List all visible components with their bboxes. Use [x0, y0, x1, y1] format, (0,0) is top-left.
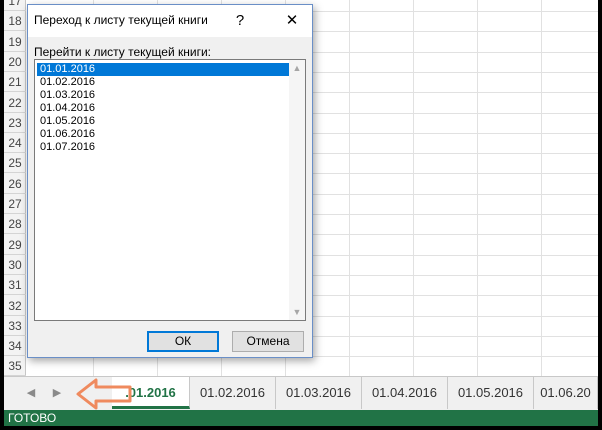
sheet-list[interactable]: 01.01.2016 01.02.2016 01.03.2016 01.04.2016…: [34, 59, 306, 321]
list-scrollbar[interactable]: ▲ ▼: [289, 60, 305, 320]
next-sheet-arrow-icon[interactable]: ▶: [50, 385, 64, 401]
grid-column-line: [349, 0, 350, 376]
sheet-tab[interactable]: 01.06.20: [534, 377, 598, 409]
sheet-list-item[interactable]: 01.03.2016: [37, 89, 289, 102]
sheet-list-item[interactable]: 01.06.2016: [37, 128, 289, 141]
row-header[interactable]: 26: [4, 174, 26, 194]
sheet-list-item[interactable]: 01.02.2016: [37, 76, 289, 89]
help-icon[interactable]: ?: [226, 10, 254, 32]
row-header[interactable]: 23: [4, 113, 26, 133]
annotation-arrow-icon: [76, 378, 132, 410]
row-header[interactable]: 20: [4, 52, 26, 72]
row-header[interactable]: 30: [4, 255, 26, 275]
row-header[interactable]: 22: [4, 93, 26, 113]
dialog-titlebar[interactable]: Переход к листу текущей книги ? ✕: [28, 5, 312, 37]
scroll-down-icon[interactable]: ▼: [289, 305, 305, 319]
row-header[interactable]: 21: [4, 72, 26, 93]
row-header[interactable]: 24: [4, 133, 26, 154]
scroll-up-icon[interactable]: ▲: [289, 61, 305, 75]
sheet-list-item[interactable]: 01.04.2016: [37, 102, 289, 115]
cancel-button[interactable]: Отмена: [232, 331, 304, 352]
excel-window: 17 18 19 20 21 22 23 24 25 26 27 28 29 30 31 32 33 34 35 ◀…: [0, 0, 602, 430]
sheet-list-item[interactable]: 01.07.2016: [37, 141, 289, 154]
sheet-tab[interactable]: 01.02.2016: [190, 377, 276, 409]
sheet-tab[interactable]: 01.03.2016: [276, 377, 362, 409]
row-header[interactable]: 25: [4, 153, 26, 174]
sheet-list-label: Перейти к листу текущей книги:: [34, 45, 211, 59]
grid-column-line: [477, 0, 478, 376]
sheet-list-item[interactable]: 01.05.2016: [37, 115, 289, 128]
row-header[interactable]: 31: [4, 275, 26, 296]
row-header[interactable]: 27: [4, 194, 26, 214]
grid-column-line: [541, 0, 542, 376]
close-icon[interactable]: ✕: [278, 10, 306, 32]
prev-sheet-arrow-icon[interactable]: ◀: [24, 385, 38, 401]
status-bar: ГОТОВО: [4, 410, 598, 426]
row-header[interactable]: 33: [4, 316, 26, 336]
row-header[interactable]: 29: [4, 235, 26, 255]
row-header[interactable]: 17: [4, 0, 26, 11]
sheet-list-item[interactable]: 01.01.2016: [37, 63, 289, 76]
sheet-tab[interactable]: 01.05.2016: [448, 377, 534, 409]
row-header[interactable]: 19: [4, 32, 26, 52]
status-text: ГОТОВО: [8, 411, 57, 425]
sheet-tab[interactable]: 01.04.2016: [362, 377, 448, 409]
row-header[interactable]: 18: [4, 11, 26, 32]
ok-button[interactable]: ОК: [147, 331, 219, 352]
dialog-title: Переход к листу текущей книги: [34, 13, 208, 27]
row-header[interactable]: 35: [4, 356, 26, 376]
grid-column-line: [413, 0, 414, 376]
row-header[interactable]: 32: [4, 296, 26, 316]
row-header[interactable]: 28: [4, 214, 26, 235]
goto-sheet-dialog: Переход к листу текущей книги ? ✕ Перейт…: [27, 4, 313, 358]
row-header[interactable]: 34: [4, 336, 26, 357]
row-headers: 17 18 19 20 21 22 23 24 25 26 27 28 29 30 31 32 33 34 35: [4, 0, 26, 376]
